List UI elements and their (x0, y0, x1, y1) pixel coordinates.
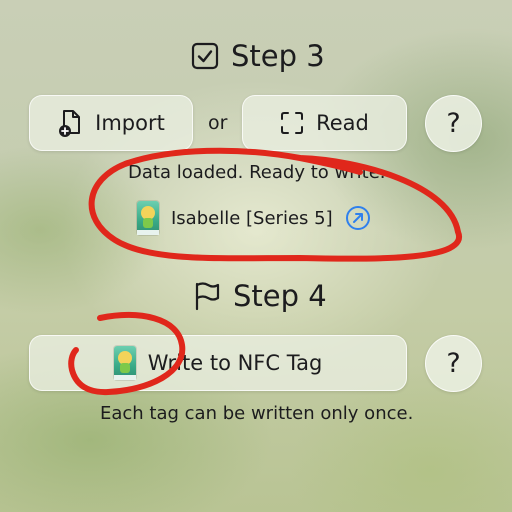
import-button[interactable]: Import (29, 95, 193, 151)
amiibo-card-icon (137, 201, 159, 235)
amiibo-info-row: Isabelle [Series 5] (137, 201, 371, 235)
document-add-icon (57, 108, 83, 138)
read-label: Read (316, 111, 369, 135)
read-button[interactable]: Read (242, 95, 407, 151)
red-annotation-overlay (68, 147, 463, 396)
amiibo-name: Isabelle [Series 5] (171, 207, 333, 229)
amiibo-card-icon (113, 346, 136, 380)
or-separator: or (208, 112, 228, 134)
note-text: Each tag can be written only once. (100, 403, 414, 424)
checkbox-icon (191, 42, 219, 70)
write-label: Write to NFC Tag (147, 351, 323, 375)
step3-heading: Step 3 (191, 38, 325, 74)
step3-title: Step 3 (231, 39, 325, 73)
step3-help-button[interactable]: ? (425, 95, 482, 152)
step4-title: Step 4 (233, 279, 327, 313)
step4-heading: Step 4 (193, 278, 327, 314)
write-nfc-button[interactable]: Write to NFC Tag (29, 335, 407, 391)
step4-help-button[interactable]: ? (425, 335, 482, 392)
external-link-icon[interactable] (345, 205, 371, 231)
scan-frame-icon (280, 111, 304, 135)
flag-icon (193, 281, 221, 311)
status-text: Data loaded. Ready to write. (128, 162, 386, 183)
import-label: Import (95, 111, 165, 135)
